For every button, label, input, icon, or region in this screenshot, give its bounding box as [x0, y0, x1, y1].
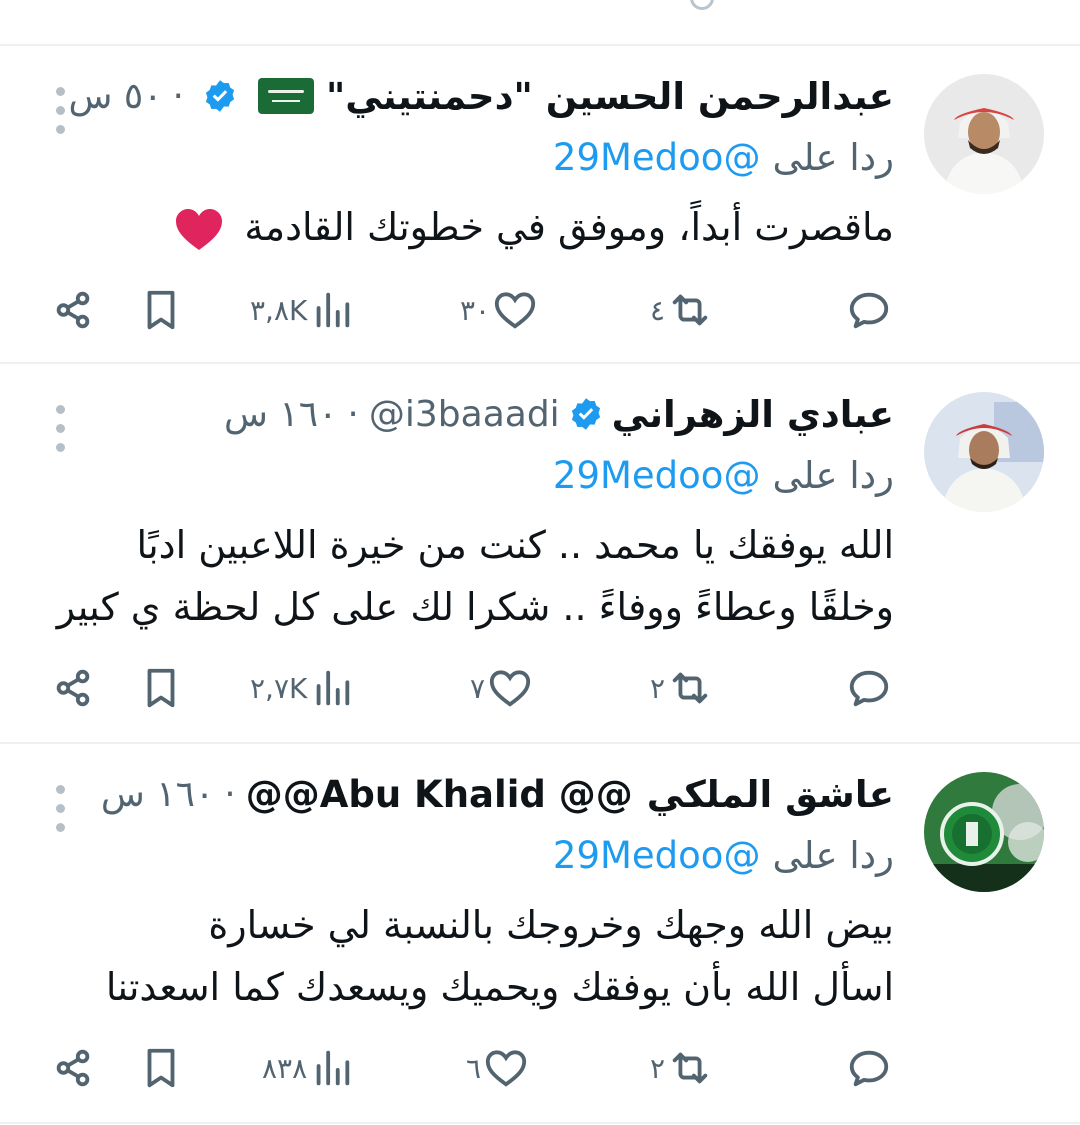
- views-button[interactable]: ٢,٧K: [250, 660, 355, 716]
- verified-badge-icon: [205, 80, 235, 112]
- share-icon: [56, 669, 90, 707]
- tweet-text: ماقصرت أبداً، وموفق في خطوتك القادمة: [34, 196, 894, 258]
- tweet-text-line: بيض الله وجهك وخروجك بالنسبة لي خسارة: [208, 903, 894, 947]
- reply-icon: [849, 292, 889, 329]
- reply-prefix: ردا على: [772, 454, 894, 497]
- views-icon: [317, 670, 350, 706]
- like-icon: [494, 292, 536, 329]
- tweet-actions: ٣,٨K ٣٠ ٤: [50, 282, 900, 338]
- reply-mention-link[interactable]: @29Medoo: [553, 454, 761, 497]
- views-count: ٢,٧K: [250, 671, 308, 705]
- verified-badge-icon: [571, 398, 600, 430]
- like-icon: [489, 670, 531, 707]
- tweet-1[interactable]: عبدالرحمن الحسين "دحمنتيني" · ٥٠ س ردا ع…: [0, 46, 1080, 362]
- bookmark-button[interactable]: [138, 282, 184, 338]
- like-button[interactable]: ٣٠: [460, 282, 538, 338]
- separator-dot: ·: [172, 75, 184, 117]
- timestamp[interactable]: ٥٠ س: [68, 76, 162, 117]
- reply-icon: [849, 670, 889, 707]
- reply-context: ردا على @29Medoo: [553, 454, 894, 497]
- share-button[interactable]: [50, 660, 96, 716]
- display-name[interactable]: عبدالرحمن الحسين "دحمنتيني": [326, 75, 894, 118]
- display-name[interactable]: عاشق الملكي: [647, 773, 894, 816]
- red-heart-emoji-icon: [176, 208, 223, 250]
- views-button[interactable]: ٣,٨K: [250, 282, 355, 338]
- more-options-icon[interactable]: [52, 400, 68, 457]
- tweet-3[interactable]: عاشق الملكي @@Abu Khalid @@ · ١٦٠ س ردا …: [0, 744, 1080, 1124]
- previous-tweet-action-icon-fragment: [690, 0, 714, 10]
- retweet-count: ٢: [650, 671, 666, 705]
- reply-mention-link[interactable]: @29Medoo: [553, 136, 761, 179]
- avatar-image: [924, 392, 1044, 512]
- retweet-button[interactable]: ٢: [650, 660, 713, 716]
- reply-button[interactable]: [846, 660, 892, 716]
- bookmark-icon: [147, 668, 175, 708]
- bookmark-icon: [147, 290, 175, 330]
- timestamp[interactable]: ١٦٠ س: [101, 774, 214, 815]
- timestamp[interactable]: ١٦٠ س: [224, 394, 337, 435]
- tweet-text: بيض الله وجهك وخروجك بالنسبة لي خسارة اس…: [34, 894, 894, 1018]
- views-icon: [317, 292, 350, 328]
- retweet-icon: [672, 1052, 708, 1084]
- tweet-actions: ٢,٧K ٧ ٢: [50, 660, 900, 716]
- bookmark-button[interactable]: [138, 1040, 184, 1096]
- tweet-text-line: وخلقًا وعطاءً ووفاءً .. شكرا لك على كل ل…: [56, 585, 894, 629]
- separator-dot: ·: [347, 393, 359, 435]
- tweet-text-line: الله يوفقك يا محمد .. كنت من خيرة اللاعب…: [136, 523, 895, 567]
- tweet-header: عاشق الملكي @@Abu Khalid @@ · ١٦٠ س: [101, 766, 894, 822]
- retweet-count: ٢: [650, 1051, 666, 1085]
- tweet-text-line: اسأل الله بأن يوفقك ويحميك ويسعدك كما اس…: [105, 965, 894, 1009]
- share-button[interactable]: [50, 282, 96, 338]
- avatar-image: [924, 772, 1044, 892]
- views-count: ٨٣٨: [262, 1051, 308, 1085]
- more-options-icon[interactable]: [52, 82, 68, 139]
- tweet-actions: ٨٣٨ ٦ ٢: [50, 1040, 900, 1096]
- reply-icon: [849, 1050, 889, 1087]
- tweet-text: الله يوفقك يا محمد .. كنت من خيرة اللاعب…: [34, 514, 894, 638]
- retweet-icon: [672, 672, 708, 704]
- like-button[interactable]: ٦: [466, 1040, 529, 1096]
- tweet-header: عبدالرحمن الحسين "دحمنتيني" · ٥٠ س: [68, 68, 894, 124]
- retweet-count: ٤: [650, 293, 666, 327]
- divider: [0, 1122, 1080, 1124]
- retweet-button[interactable]: ٢: [650, 1040, 713, 1096]
- tweet-header: عبادي الزهراني @i3baaadi · ١٦٠ س: [224, 386, 894, 442]
- share-button[interactable]: [50, 1040, 96, 1096]
- retweet-icon: [672, 294, 708, 326]
- views-button[interactable]: ٨٣٨: [262, 1040, 355, 1096]
- avatar-image: [924, 74, 1044, 194]
- tweet-text-line: ماقصرت أبداً، وموفق في خطوتك القادمة: [244, 205, 894, 249]
- reply-context: ردا على @29Medoo: [553, 136, 894, 179]
- reply-button[interactable]: [846, 282, 892, 338]
- avatar[interactable]: [924, 392, 1044, 512]
- reply-context: ردا على @29Medoo: [553, 834, 894, 877]
- retweet-button[interactable]: ٤: [650, 282, 713, 338]
- share-icon: [56, 1049, 90, 1087]
- bookmark-icon: [147, 1048, 175, 1088]
- bookmark-button[interactable]: [138, 660, 184, 716]
- reply-prefix: ردا على: [772, 136, 894, 179]
- more-options-icon[interactable]: [52, 780, 68, 837]
- views-icon: [316, 1050, 350, 1086]
- like-button[interactable]: ٧: [470, 660, 533, 716]
- reply-button[interactable]: [846, 1040, 892, 1096]
- display-name[interactable]: عبادي الزهراني: [612, 393, 894, 436]
- avatar[interactable]: [924, 74, 1044, 194]
- like-count: ٣٠: [460, 293, 491, 327]
- reply-mention-link[interactable]: @29Medoo: [553, 834, 761, 877]
- handle[interactable]: @@Abu Khalid @@: [246, 773, 633, 816]
- handle[interactable]: @i3baaadi: [369, 394, 560, 435]
- like-count: ٦: [466, 1051, 482, 1085]
- avatar[interactable]: [924, 772, 1044, 892]
- like-icon: [485, 1050, 527, 1087]
- like-count: ٧: [470, 671, 486, 705]
- timeline: عبدالرحمن الحسين "دحمنتيني" · ٥٠ س ردا ع…: [0, 0, 1080, 1125]
- share-icon: [56, 291, 90, 329]
- reply-prefix: ردا على: [772, 834, 894, 877]
- tweet-2[interactable]: عبادي الزهراني @i3baaadi · ١٦٠ س ردا على…: [0, 364, 1080, 742]
- separator-dot: ·: [224, 773, 236, 815]
- saudi-flag-emoji-icon: [257, 78, 314, 114]
- views-count: ٣,٨K: [250, 293, 308, 327]
